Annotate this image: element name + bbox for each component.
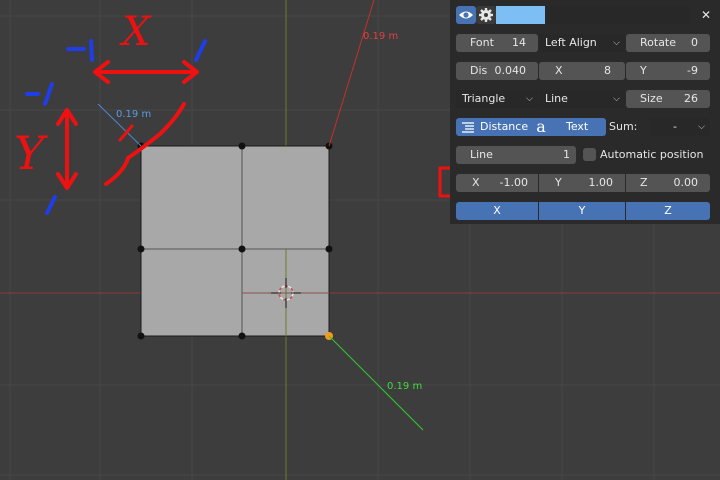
chevron-down-icon: ⌵ (526, 94, 533, 104)
offset-x-field[interactable]: X 8 (539, 62, 625, 80)
text-a-icon: a (536, 117, 546, 136)
sum-dropdown[interactable]: - ⌵ (649, 118, 710, 136)
rotate-field[interactable]: Rotate 0 (626, 34, 710, 52)
distance-offset-field[interactable]: Dis 0.040 (456, 62, 538, 80)
mesh-plane[interactable] (140, 145, 330, 337)
automatic-position-label: Automatic position (600, 148, 704, 161)
green-measure-label: 0.19 m (387, 381, 423, 392)
arrow-size-field[interactable]: Size 26 (626, 90, 710, 108)
align-text-icon (462, 122, 474, 133)
line-type-dropdown[interactable]: Line ⌵ (539, 90, 625, 108)
offset-y-field[interactable]: Y -9 (626, 62, 710, 80)
chevron-down-icon: ⌵ (698, 122, 705, 132)
measure-properties-panel: ✕ Font 14 Left Align ⌵ Rotate 0 Dis 0.04… (450, 0, 720, 224)
gear-icon (479, 8, 493, 22)
annotation-y-letter: Y (14, 126, 45, 180)
eye-icon (459, 11, 473, 19)
annotation-x-letter: X (122, 9, 151, 55)
axis-x-button[interactable]: X (456, 202, 538, 220)
position-y-field[interactable]: Y 1.00 (539, 174, 625, 192)
axis-y-button[interactable]: Y (539, 202, 625, 220)
position-z-field[interactable]: Z 0.00 (626, 174, 710, 192)
chevron-down-icon: ⌵ (613, 94, 620, 104)
arrow-type-dropdown[interactable]: Triangle ⌵ (456, 90, 538, 108)
close-button[interactable]: ✕ (699, 6, 713, 24)
automatic-position-checkbox[interactable] (583, 148, 596, 161)
measure-color-swatch[interactable] (496, 6, 545, 24)
settings-toggle[interactable] (476, 6, 496, 24)
visibility-toggle[interactable] (456, 6, 476, 24)
mode-distance-button[interactable]: Distance (456, 118, 530, 136)
line-width-field[interactable]: Line 1 (456, 146, 576, 164)
measure-name-field[interactable] (545, 6, 689, 24)
blue-measure-label: 0.19 m (116, 109, 152, 120)
red-measure-line (328, 0, 375, 147)
sum-label: Sum: (609, 120, 638, 133)
mode-text-button[interactable]: a Text (530, 118, 606, 136)
position-x-field[interactable]: X -1.00 (456, 174, 538, 192)
axis-z-button[interactable]: Z (626, 202, 710, 220)
chevron-down-icon: ⌵ (613, 38, 620, 48)
font-size-field[interactable]: Font 14 (456, 34, 538, 52)
red-measure-label: 0.19 m (363, 31, 399, 42)
align-dropdown[interactable]: Left Align ⌵ (539, 34, 625, 52)
